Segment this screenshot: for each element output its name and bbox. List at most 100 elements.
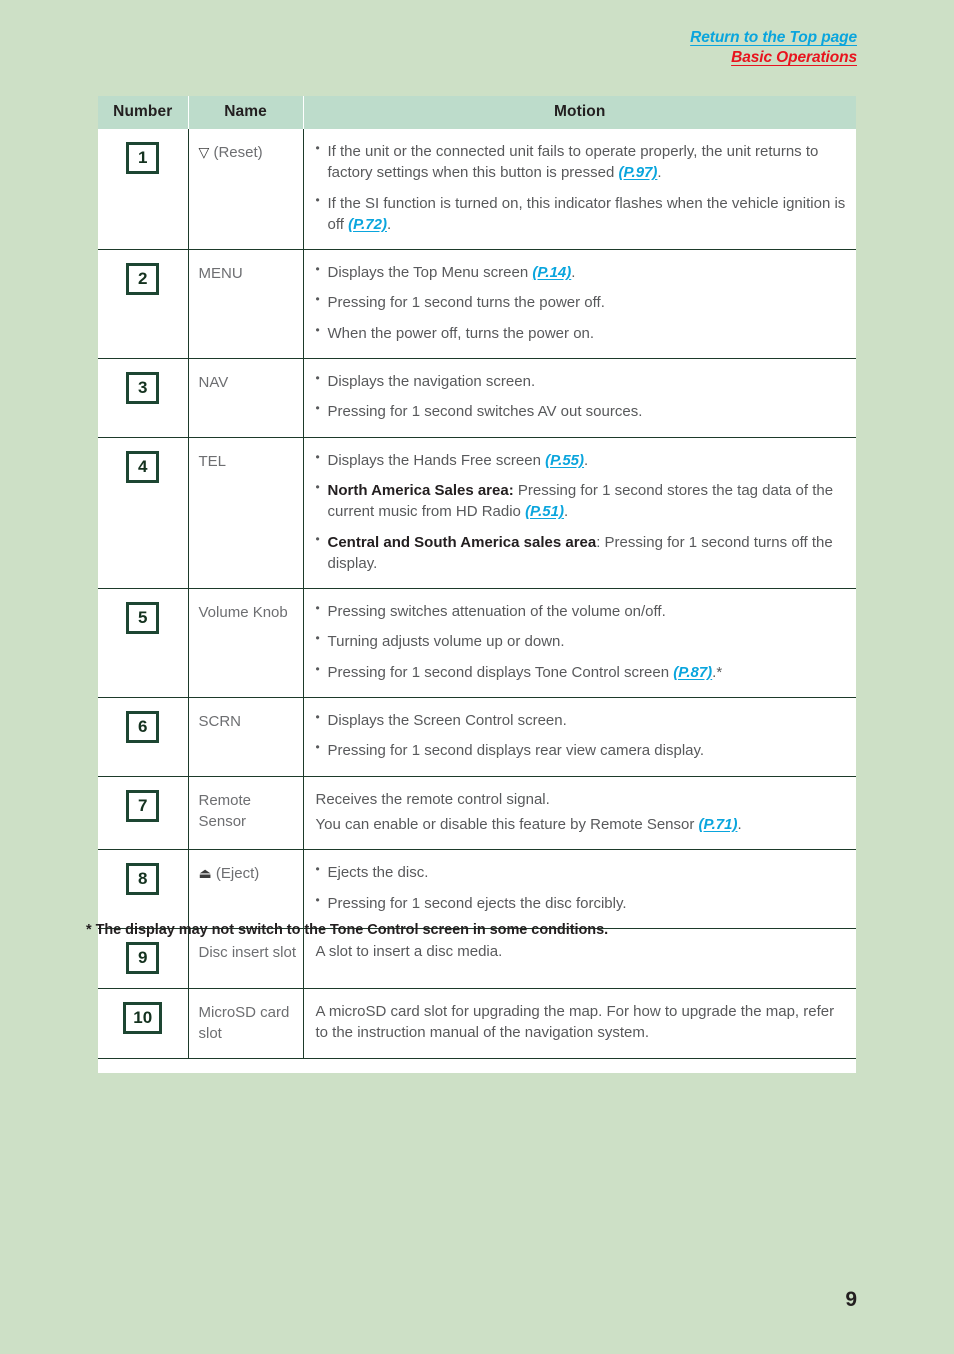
motion-bullet-list: Displays the navigation screen. Pressing … xyxy=(316,370,847,423)
motion-text: Receives the remote control signal. xyxy=(315,790,550,808)
motion-text: Ejects the disc. xyxy=(327,864,429,882)
cell-name: ▽ (Reset) xyxy=(188,129,304,250)
table-header-row: Number Name Motion xyxy=(98,96,856,129)
motion-text: A microSD card slot for upgrading the ma… xyxy=(315,1002,835,1042)
page-reference-link[interactable]: (P.87) xyxy=(673,664,712,681)
table-header: Number Name Motion xyxy=(98,96,856,129)
cell-motion: Ejects the disc. Pressing for 1 second ej… xyxy=(303,849,856,929)
motion-bullet-list: Displays the Top Menu screen (P.14). Pres… xyxy=(316,261,847,344)
table-row: 7 Remote Sensor Receives the remote contro… xyxy=(98,775,856,850)
page-reference-link[interactable]: (P.14) xyxy=(532,264,571,281)
motion-text: . xyxy=(584,451,589,469)
basic-operations-link[interactable]: Basic Operations xyxy=(690,48,857,68)
cell-name-label: NAV xyxy=(198,374,229,392)
motion-bullet-item: Turning adjusts volume up or down. xyxy=(316,630,847,652)
motion-text: . xyxy=(387,215,392,233)
motion-text: .* xyxy=(712,663,723,681)
emphasis-text: North America Sales area: xyxy=(327,481,514,499)
column-header-motion: Motion xyxy=(303,96,856,129)
motion-text: If the unit or the connected unit fails … xyxy=(327,143,819,182)
number-badge: 6 xyxy=(126,711,160,744)
motion-bullet-list: Ejects the disc. Pressing for 1 second ej… xyxy=(316,861,847,914)
cell-number: 1 xyxy=(98,129,189,250)
page-reference-link[interactable]: (P.72) xyxy=(348,216,387,233)
cell-number: 6 xyxy=(98,697,189,777)
page-reference-link[interactable]: (P.55) xyxy=(545,452,584,469)
motion-bullet-list: Displays the Screen Control screen. Press… xyxy=(316,709,847,762)
table-row: 4 TEL Displays the Hands Free screen (P.55… xyxy=(98,436,856,589)
table-row: 3 NAV Displays the navigation screen. Press… xyxy=(98,358,856,438)
motion-text: Displays the navigation screen. xyxy=(327,373,536,391)
cell-name-label: SCRN xyxy=(198,713,242,731)
table-body: 1 ▽ (Reset) If the unit or the connected u… xyxy=(98,129,856,1060)
motion-bullet-item: Displays the Screen Control screen. xyxy=(316,709,847,731)
cell-name-label: Remote Sensor xyxy=(198,791,252,830)
motion-text: . xyxy=(657,164,662,182)
motion-bullet-item: Pressing switches attenuation of the vol… xyxy=(316,600,847,622)
footnote-text: * The display may not switch to the Tone… xyxy=(86,922,609,938)
return-to-top-link[interactable]: Return to the Top page xyxy=(690,28,857,48)
motion-bullet-item: Displays the Top Menu screen (P.14). xyxy=(316,261,847,283)
reset-triangle-icon: ▽ xyxy=(198,144,210,160)
cell-number: 7 xyxy=(98,775,189,850)
cell-name: MENU xyxy=(188,249,304,359)
table-row: 2 MENU Displays the Top Menu screen (P.14)… xyxy=(98,249,856,359)
cell-number: 10 xyxy=(98,987,189,1060)
cell-name: ⏏ (Eject) xyxy=(188,849,304,929)
page-reference-link[interactable]: (P.51) xyxy=(525,503,564,520)
cell-motion: Displays the Top Menu screen (P.14). Pres… xyxy=(303,249,856,359)
table-row: 6 SCRN Displays the Screen Control screen.… xyxy=(98,697,856,777)
number-badge: 8 xyxy=(126,863,160,896)
motion-bullet-list: Pressing switches attenuation of the vol… xyxy=(316,600,847,683)
motion-paragraph: Receives the remote control signal. xyxy=(316,789,847,810)
cell-number: 5 xyxy=(98,588,189,698)
cell-motion: Displays the Screen Control screen. Press… xyxy=(303,697,856,777)
page-reference-link[interactable]: (P.71) xyxy=(699,816,738,833)
motion-text: Displays the Hands Free screen xyxy=(327,451,546,469)
cell-name-label: Volume Knob xyxy=(198,604,288,622)
cell-name-label: TEL xyxy=(198,452,227,470)
number-badge: 3 xyxy=(126,372,160,405)
motion-text: Pressing for 1 second displays rear view… xyxy=(327,742,705,760)
motion-text: Displays the Screen Control screen. xyxy=(327,712,567,730)
cell-name: Volume Knob xyxy=(188,588,304,698)
motion-text: Pressing for 1 second displays Tone Cont… xyxy=(327,663,674,681)
cell-motion: Displays the Hands Free screen (P.55).No… xyxy=(303,436,856,589)
motion-text: . xyxy=(571,264,576,282)
motion-paragraph: A slot to insert a disc media. xyxy=(316,941,847,962)
motion-bullet-item: If the unit or the connected unit fails … xyxy=(316,140,847,184)
motion-bullet-item: Pressing for 1 second ejects the disc fo… xyxy=(316,892,847,914)
emphasis-text: Central and South America sales area xyxy=(327,533,597,551)
motion-paragraph: You can enable or disable this feature b… xyxy=(316,814,847,835)
cell-name: NAV xyxy=(188,358,304,438)
motion-bullet-item: When the power off, turns the power on. xyxy=(316,322,847,344)
cell-name-label: (Reset) xyxy=(209,144,263,161)
number-badge: 7 xyxy=(126,789,160,822)
page-reference-link[interactable]: (P.97) xyxy=(618,164,657,181)
table-row: 8 ⏏ (Eject) Ejects the disc. Pressing for 1… xyxy=(98,849,856,929)
motion-bullet-item: Pressing for 1 second displays rear view… xyxy=(316,739,847,761)
motion-text: . xyxy=(563,503,569,521)
motion-text: When the power off, turns the power on. xyxy=(327,324,595,342)
motion-bullet-item: Pressing for 1 second displays Tone Cont… xyxy=(316,661,847,683)
cell-name-label: Disc insert slot xyxy=(198,943,297,961)
motion-text: Pressing for 1 second turns the power of… xyxy=(327,294,605,312)
cell-name: TEL xyxy=(188,436,304,589)
spec-table: Number Name Motion 1 ▽ (Reset) If the unit… xyxy=(98,96,856,1060)
cell-number: 8 xyxy=(98,849,189,929)
eject-icon: ⏏ xyxy=(198,865,212,882)
motion-bullet-item: Central and South America sales area: Pr… xyxy=(316,531,847,575)
number-badge: 2 xyxy=(126,263,160,296)
cell-motion: Pressing switches attenuation of the vol… xyxy=(303,588,856,698)
cell-motion: A microSD card slot for upgrading the ma… xyxy=(303,987,856,1060)
motion-bullet-item: If the SI function is turned on, this in… xyxy=(316,192,847,236)
cell-name-label: MENU xyxy=(198,265,243,283)
cell-name: SCRN xyxy=(188,697,304,777)
cell-name: MicroSD card slot xyxy=(188,987,304,1060)
number-badge: 10 xyxy=(123,1001,163,1034)
motion-text: Pressing for 1 second switches AV out so… xyxy=(327,403,643,421)
motion-text: If the SI function is turned on, this in… xyxy=(327,194,846,233)
motion-bullet-item: North America Sales area: Pressing for 1… xyxy=(316,479,847,523)
cell-motion: Receives the remote control signal. You c… xyxy=(303,775,856,850)
motion-bullet-item: Pressing for 1 second switches AV out so… xyxy=(316,400,847,422)
